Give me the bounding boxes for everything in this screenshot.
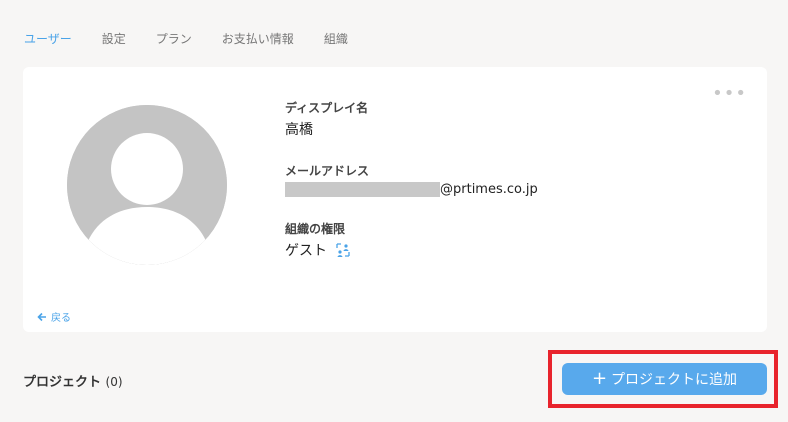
email-redaction [285,182,440,197]
more-icon[interactable]: ••• [712,85,747,103]
role-switch-icon[interactable] [335,242,351,258]
add-button-label: プロジェクトに追加 [611,372,738,388]
tab-organization[interactable]: 組織 [324,30,348,47]
user-profile-card: ••• ディスプレイ名 高橋 メールアドレス @prtimes.co.jp 組織… [23,67,767,332]
role-row: ゲスト [285,240,538,260]
display-name-value: 高橋 [285,122,313,138]
display-name-field: ディスプレイ名 高橋 [285,99,538,139]
projects-count: (0) [105,375,123,389]
email-value: @prtimes.co.jp [285,182,538,197]
tab-settings[interactable]: 設定 [102,30,126,47]
tab-user[interactable]: ユーザー [24,30,72,47]
email-label: メールアドレス [285,164,370,178]
back-label: 戻る [51,313,71,324]
avatar [67,105,227,265]
projects-heading: プロジェクト (0) [23,371,123,390]
profile-info: ディスプレイ名 高橋 メールアドレス @prtimes.co.jp 組織の権限 … [285,99,538,283]
tab-bar: ユーザー 設定 プラン お支払い情報 組織 [24,30,378,47]
email-field: メールアドレス @prtimes.co.jp [285,162,538,197]
projects-title: プロジェクト [23,375,102,390]
role-value: ゲスト [285,243,327,259]
tab-billing[interactable]: お支払い情報 [222,30,294,47]
plus-icon: + [591,368,608,389]
tab-plan[interactable]: プラン [156,30,192,47]
role-label: 組織の権限 [285,222,346,236]
back-link[interactable]: 戻る [37,309,71,324]
add-to-project-button[interactable]: + プロジェクトに追加 [562,363,767,395]
role-field: 組織の権限 ゲスト [285,220,538,260]
back-arrow-icon [37,312,46,321]
display-name-label: ディスプレイ名 [285,101,369,115]
avatar-icon [67,105,227,265]
email-domain: @prtimes.co.jp [440,182,538,197]
